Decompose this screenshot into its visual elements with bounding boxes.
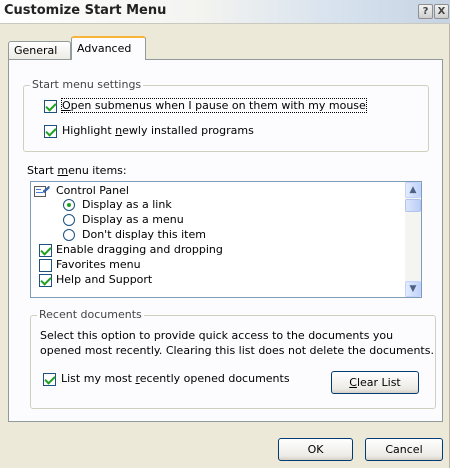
list-item-label: Display as a link <box>82 198 172 211</box>
highlight-new-programs-checkbox[interactable] <box>44 125 57 138</box>
tab-advanced[interactable]: Advanced <box>71 36 146 60</box>
tab-advanced-label: Advanced <box>77 42 132 55</box>
open-submenus-checkbox[interactable] <box>44 100 57 113</box>
enable-dragging-checkbox[interactable] <box>39 244 52 257</box>
list-item-label: Help and Support <box>56 273 153 286</box>
list-item-label: Enable dragging and dropping <box>56 243 223 256</box>
tab-general[interactable]: General <box>8 41 71 59</box>
list-recent-documents-checkbox[interactable] <box>43 373 56 386</box>
cancel-button[interactable]: Cancel <box>365 438 443 461</box>
control-panel-icon <box>34 185 50 197</box>
highlight-new-programs-label[interactable]: Highlight newly installed programs <box>62 124 254 137</box>
list-scrollbar[interactable]: ▲ ▼ <box>405 182 421 297</box>
list-item[interactable]: Control Panel <box>31 183 401 198</box>
list-item[interactable]: Display as a menu <box>31 213 401 228</box>
list-item-label: Display as a menu <box>82 213 184 226</box>
help-support-checkbox[interactable] <box>39 274 52 287</box>
scroll-thumb[interactable] <box>405 199 421 212</box>
ok-button[interactable]: OK <box>278 438 353 461</box>
list-item-label: Control Panel <box>56 184 129 197</box>
open-submenus-label[interactable]: Open submenus when I pause on them with … <box>61 98 367 113</box>
display-as-link-radio[interactable] <box>63 199 75 211</box>
title-bar[interactable]: Customize Start Menu ? X <box>0 0 450 24</box>
close-button[interactable]: X <box>434 4 449 19</box>
list-item-label: Don't display this item <box>82 228 206 241</box>
scroll-down-button[interactable]: ▼ <box>405 281 421 297</box>
start-menu-items-list[interactable]: Control Panel Display as a link Display … <box>30 181 422 298</box>
help-button[interactable]: ? <box>418 4 433 19</box>
list-item-label: Favorites menu <box>56 258 141 271</box>
list-item[interactable]: Don't display this item <box>31 228 401 243</box>
favorites-menu-checkbox[interactable] <box>39 259 52 272</box>
list-recent-documents-label[interactable]: List my most recently opened documents <box>61 372 290 385</box>
customize-start-menu-dialog: Customize Start Menu ? X General Advance… <box>0 0 450 468</box>
recent-documents-description-line1: Select this option to provide quick acce… <box>40 329 394 342</box>
window-title: Customize Start Menu <box>4 3 167 18</box>
list-item[interactable]: Favorites menu <box>31 258 401 273</box>
start-menu-settings-legend: Start menu settings <box>30 78 144 91</box>
dont-display-radio[interactable] <box>63 229 75 241</box>
scroll-up-button[interactable]: ▲ <box>405 182 421 198</box>
start-menu-settings-group: Start menu settings Open submenus when I… <box>23 78 429 152</box>
display-as-menu-radio[interactable] <box>63 214 75 226</box>
clear-list-button[interactable]: Clear List <box>331 371 419 394</box>
recent-documents-group: Recent documents Select this option to p… <box>30 308 436 409</box>
list-item[interactable]: Enable dragging and dropping <box>31 243 401 258</box>
list-item[interactable]: Display as a link <box>31 198 401 213</box>
recent-documents-legend: Recent documents <box>37 308 144 321</box>
list-item[interactable]: Help and Support <box>31 273 401 288</box>
recent-documents-description-line2: opened most recently. Clearing this list… <box>40 344 434 357</box>
tab-general-label: General <box>14 44 58 57</box>
start-menu-items-label: Start menu items: <box>27 164 127 177</box>
